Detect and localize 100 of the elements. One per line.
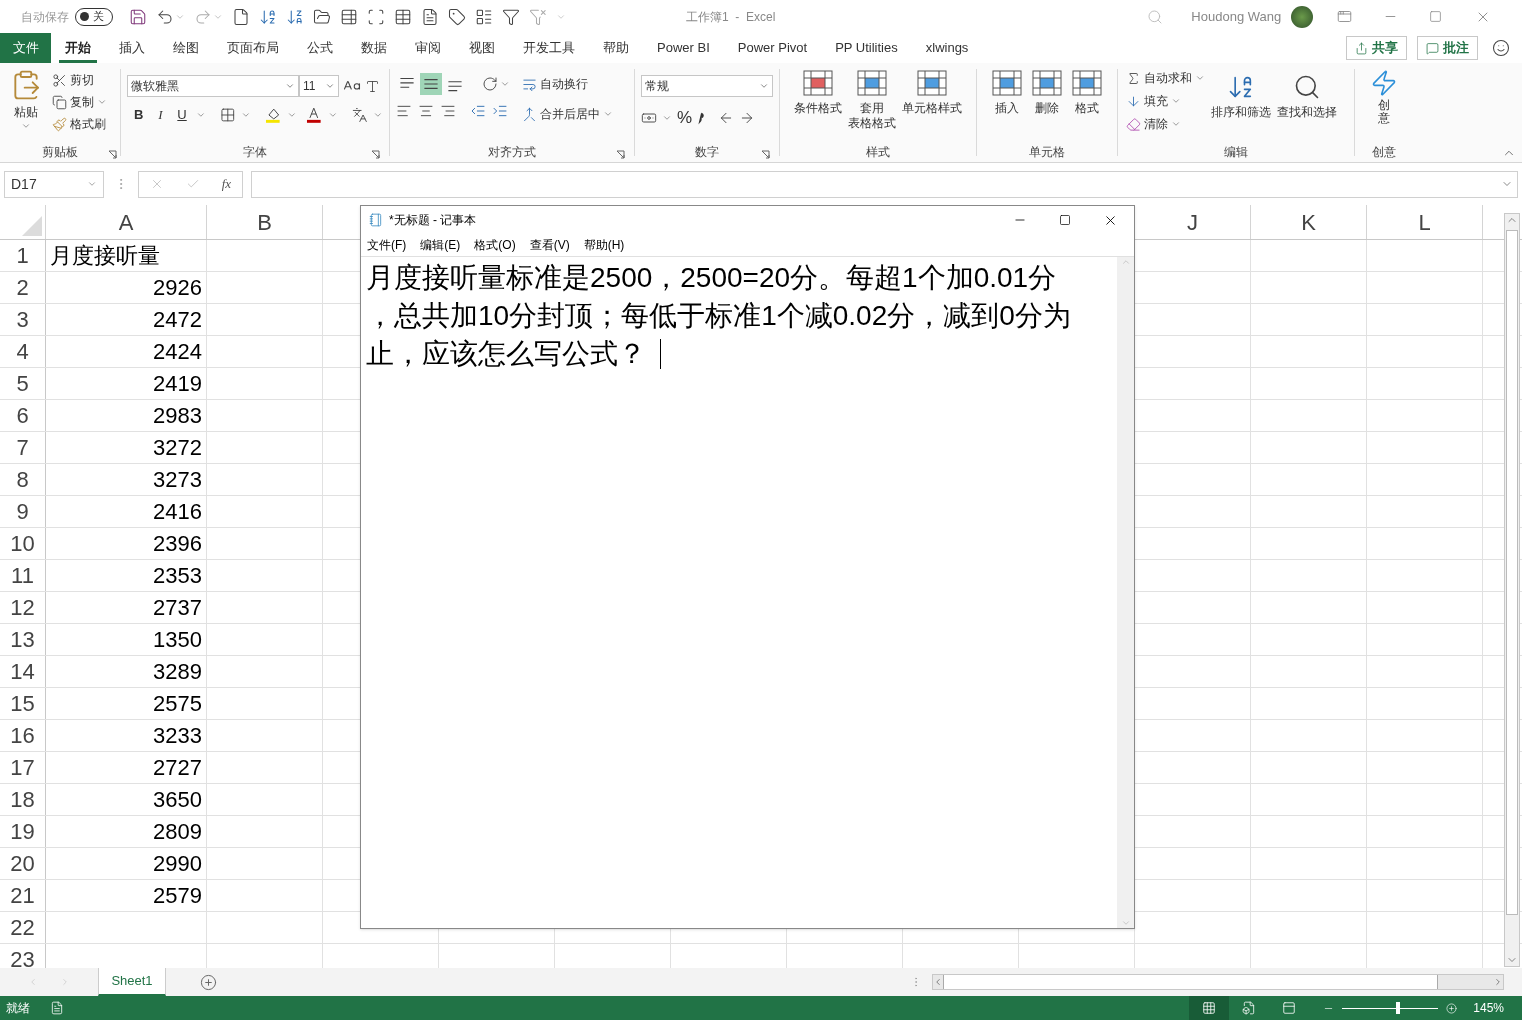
file-tab[interactable]: 文件 xyxy=(0,33,51,63)
ribbon-display-icon[interactable] xyxy=(1337,9,1353,24)
table-icon[interactable] xyxy=(394,7,412,26)
increase-indent-icon[interactable] xyxy=(492,103,508,119)
fill-button[interactable]: 填充 xyxy=(1124,90,1207,112)
vertical-align-icon[interactable] xyxy=(420,73,442,95)
autosum-button[interactable]: 自动求和 xyxy=(1124,67,1207,89)
column-header[interactable]: A xyxy=(46,205,207,239)
merge-center-button[interactable]: 合并后居中 xyxy=(520,103,615,125)
row-header[interactable]: 10 xyxy=(0,528,46,559)
style-button[interactable]: 条件格式 xyxy=(792,63,844,142)
list-icon[interactable] xyxy=(475,7,493,26)
underline-button[interactable]: U xyxy=(174,105,190,125)
font-color-icon[interactable] xyxy=(306,105,322,124)
row-header[interactable]: 14 xyxy=(0,656,46,687)
smiley-icon[interactable] xyxy=(1492,39,1510,57)
text-area[interactable]: 月度接听量标准是2500，2500=20分。每超1个加0.01分 ，总共加10分封顶；每低于标准1个减0.02分，减到0分为 止，应该怎么写公式？ xyxy=(361,257,1117,928)
row-header[interactable]: 18 xyxy=(0,784,46,815)
percent-button[interactable]: % xyxy=(677,105,693,131)
ribbon-tab[interactable]: 绘图 xyxy=(167,33,205,63)
row-header[interactable]: 11 xyxy=(0,560,46,591)
paste-button[interactable]: 粘贴 xyxy=(10,69,42,131)
ribbon-tab[interactable]: 公式 xyxy=(301,33,339,63)
copy-button[interactable]: 复制 xyxy=(50,91,109,113)
column-header[interactable]: K xyxy=(1251,205,1367,239)
comma-style-icon[interactable] xyxy=(697,110,706,125)
font-size-field[interactable]: 11 xyxy=(299,75,339,97)
phonetic-icon[interactable] xyxy=(351,106,368,123)
row-header[interactable]: 17 xyxy=(0,752,46,783)
dialog-launcher-icon[interactable] xyxy=(108,150,117,159)
row-header[interactable]: 20 xyxy=(0,848,46,879)
save-icon[interactable] xyxy=(129,7,147,26)
row-header[interactable]: 15 xyxy=(0,688,46,719)
undo-icon[interactable] xyxy=(156,7,174,26)
row-header[interactable]: 1 xyxy=(0,240,46,271)
number-format-field[interactable]: 常规 xyxy=(641,75,773,97)
sort-filter-button[interactable]: 排序和筛选 xyxy=(1209,67,1273,142)
maximize-icon[interactable] xyxy=(1059,214,1071,226)
filter-icon[interactable] xyxy=(502,7,520,26)
caret-icon[interactable] xyxy=(500,79,510,89)
dialog-launcher-icon[interactable] xyxy=(616,150,625,159)
row-header[interactable]: 9 xyxy=(0,496,46,527)
folder-icon[interactable] xyxy=(313,7,331,26)
ribbon-tab[interactable]: Power BI xyxy=(651,33,716,63)
row-header[interactable]: 2 xyxy=(0,272,46,303)
ribbon-tab[interactable]: 开发工具 xyxy=(517,33,581,63)
row-header[interactable]: 4 xyxy=(0,336,46,367)
sort-descending-icon[interactable] xyxy=(286,7,304,26)
ribbon-tab[interactable]: 视图 xyxy=(463,33,501,63)
row-header[interactable]: 3 xyxy=(0,304,46,335)
align-center-icon[interactable] xyxy=(418,103,434,119)
user-avatar[interactable] xyxy=(1291,5,1314,28)
zoom-in-icon[interactable] xyxy=(1446,1002,1458,1014)
ribbon-tab[interactable]: Power Pivot xyxy=(731,33,814,63)
zoom-slider-thumb[interactable] xyxy=(1395,1002,1400,1014)
row-header[interactable]: 22 xyxy=(0,912,46,943)
focus-icon[interactable] xyxy=(367,7,385,26)
column-header[interactable]: B xyxy=(207,205,323,239)
row-header[interactable]: 21 xyxy=(0,880,46,911)
cut-button[interactable]: 剪切 xyxy=(50,69,109,91)
add-sheet-icon[interactable] xyxy=(199,973,217,991)
row-header[interactable]: 7 xyxy=(0,432,46,463)
row-header[interactable]: 12 xyxy=(0,592,46,623)
font-name-field[interactable]: 微软雅黑 xyxy=(127,75,299,97)
comments-button[interactable]: 批注 xyxy=(1417,36,1478,60)
sort-ascending-icon[interactable] xyxy=(259,7,277,26)
decrease-indent-icon[interactable] xyxy=(470,103,486,119)
menu-item[interactable]: 查看(V) xyxy=(529,236,570,254)
insert-function-button[interactable]: fx xyxy=(221,174,232,194)
row-header[interactable]: 8 xyxy=(0,464,46,495)
name-box[interactable]: D17 xyxy=(4,170,104,198)
menu-item[interactable]: 格式(O) xyxy=(474,236,516,254)
style-button[interactable]: 套用 表格格式 xyxy=(846,63,898,142)
horizontal-scrollbar[interactable] xyxy=(932,974,1504,990)
column-header[interactable]: L xyxy=(1367,205,1483,239)
normal-view-icon[interactable] xyxy=(1189,996,1230,1020)
scroll-left-icon[interactable] xyxy=(933,977,943,987)
ribbon-tab[interactable]: 帮助 xyxy=(597,33,635,63)
borders-icon[interactable] xyxy=(219,106,236,123)
bold-button[interactable]: B xyxy=(131,105,147,125)
share-button[interactable]: 共享 xyxy=(1346,36,1407,60)
row-header[interactable]: 6 xyxy=(0,400,46,431)
ribbon-tab[interactable]: 页面布局 xyxy=(221,33,285,63)
format-painter-button[interactable]: 格式刷 xyxy=(50,113,109,135)
italic-button[interactable]: I xyxy=(152,105,169,125)
ribbon-tab[interactable]: 插入 xyxy=(113,33,151,63)
ribbon-tab[interactable]: PP Utilities xyxy=(829,33,904,63)
ribbon-tab[interactable]: 数据 xyxy=(355,33,393,63)
cells-button[interactable]: 格式 xyxy=(1069,63,1105,142)
cells-button[interactable]: 插入 xyxy=(989,63,1025,142)
row-header[interactable]: 19 xyxy=(0,816,46,847)
cells-button[interactable]: 删除 xyxy=(1029,63,1065,142)
clear-filter-icon[interactable] xyxy=(529,7,547,26)
align-right-icon[interactable] xyxy=(440,103,456,119)
menu-item[interactable]: 文件(F) xyxy=(367,236,407,254)
autosave-toggle[interactable]: 关 xyxy=(75,7,113,26)
menu-item[interactable]: 帮助(H) xyxy=(583,236,625,254)
dialog-launcher-icon[interactable] xyxy=(761,150,770,159)
wrap-text-button[interactable]: 自动换行 xyxy=(520,73,615,95)
clear-button[interactable]: 清除 xyxy=(1124,113,1207,135)
